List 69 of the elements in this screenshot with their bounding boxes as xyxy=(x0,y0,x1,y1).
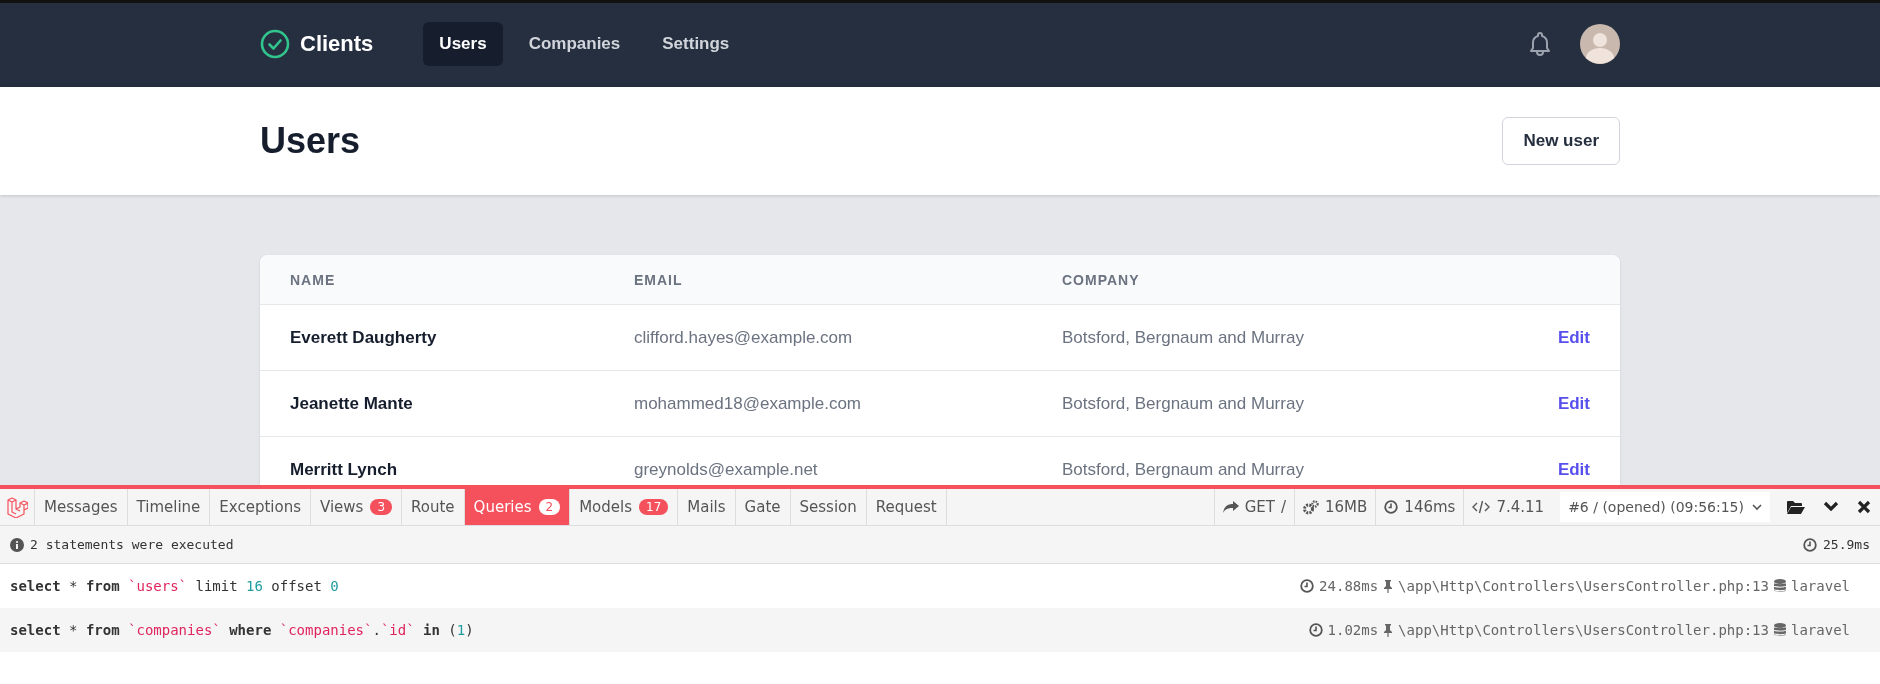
debug-tab[interactable]: Timeline xyxy=(127,489,211,525)
user-name-cell-text: Jeanette Mante xyxy=(290,393,414,414)
page-title: Users xyxy=(260,120,361,162)
clock-icon xyxy=(1308,623,1323,637)
email-cell-text: mohammed18@example.com xyxy=(634,393,863,414)
request-duration: 146ms xyxy=(1404,498,1456,516)
debug-tab[interactable]: Session xyxy=(790,489,867,525)
laravel-logo-icon[interactable] xyxy=(6,496,28,518)
debug-tab[interactable]: Gate xyxy=(735,489,791,525)
debug-tab[interactable]: Models 17 xyxy=(570,489,679,525)
close-icon[interactable] xyxy=(1857,500,1871,514)
edit-link[interactable]: Edit xyxy=(1557,459,1590,480)
query-duration: 24.88ms xyxy=(1319,578,1379,594)
query-duration: 1.02ms xyxy=(1327,622,1379,638)
php-version: 7.4.11 xyxy=(1496,498,1545,516)
dataset-select[interactable]: #6 / (opened) (09:56:15) xyxy=(1560,492,1770,522)
request-method: GET xyxy=(1244,498,1275,516)
sql-query: select * from `companies` where `companies`.`id` in (1) xyxy=(10,622,474,638)
email-cell-text: clifford.hayes@example.com xyxy=(634,327,854,348)
company-cell-text: Botsford, Bergnaum and Murray xyxy=(1062,459,1305,480)
connection-name: laravel xyxy=(1791,622,1850,638)
share-arrow-icon xyxy=(1222,500,1239,514)
sql-query: select * from `users` limit 16 offset 0 xyxy=(10,578,339,594)
info-icon xyxy=(10,537,24,552)
new-user-button[interactable]: New user xyxy=(1502,117,1620,165)
clock-icon xyxy=(1300,579,1315,593)
nav-link[interactable]: Settings xyxy=(646,21,746,66)
app-title: Clients xyxy=(300,30,374,57)
notification-bell-icon[interactable] xyxy=(1528,30,1552,57)
debug-tab[interactable]: Exceptions xyxy=(210,489,311,525)
company-cell-text: Botsford, Bergnaum and Murray xyxy=(1062,327,1305,348)
request-path: / xyxy=(1280,498,1286,516)
nav-link[interactable]: Users xyxy=(423,21,503,66)
source-file: \app\Http\Controllers\UsersController.php:13 xyxy=(1398,622,1769,638)
code-icon xyxy=(1472,500,1491,514)
nav-link[interactable]: Companies xyxy=(512,21,637,66)
clock-icon xyxy=(1384,500,1399,514)
edit-link[interactable]: Edit xyxy=(1557,393,1590,414)
pin-icon xyxy=(1383,579,1394,593)
statements-summary: 2 statements were executed xyxy=(30,537,234,552)
minimize-chevron-icon[interactable] xyxy=(1823,501,1839,513)
debug-tab[interactable]: Messages xyxy=(35,489,128,525)
clock-icon xyxy=(1803,537,1818,552)
company-cell-text: Botsford, Bergnaum and Murray xyxy=(1062,393,1305,414)
memory-usage: 16MB xyxy=(1325,498,1368,516)
folder-icon[interactable] xyxy=(1787,500,1805,514)
connection-name: laravel xyxy=(1791,578,1850,594)
user-name-cell-text: Merritt Lynch xyxy=(290,459,399,480)
user-avatar[interactable] xyxy=(1580,23,1620,64)
debug-tab[interactable]: Mails xyxy=(678,489,736,525)
debug-tab[interactable]: Views 3 xyxy=(311,489,403,525)
source-file: \app\Http\Controllers\UsersController.php:13 xyxy=(1398,578,1769,594)
count-badge: 2 xyxy=(538,499,561,515)
count-badge: 17 xyxy=(639,499,669,515)
column-header: NAME xyxy=(290,271,337,288)
total-query-time: 25.9ms xyxy=(1823,537,1870,552)
debug-tab[interactable]: Route xyxy=(402,489,465,525)
database-icon xyxy=(1774,623,1786,637)
debug-tab[interactable]: Request xyxy=(866,489,947,525)
user-name-cell-text: Everett Daugherty xyxy=(290,327,438,348)
check-circle-icon xyxy=(260,28,290,59)
column-header: EMAIL xyxy=(634,271,684,288)
column-header: COMPANY xyxy=(1062,271,1141,288)
pin-icon xyxy=(1383,623,1394,637)
caret-icon xyxy=(1752,503,1762,511)
count-badge: 3 xyxy=(370,499,393,515)
email-cell-text: greynolds@example.net xyxy=(634,459,819,480)
database-icon xyxy=(1774,579,1786,593)
edit-link[interactable]: Edit xyxy=(1557,327,1590,348)
